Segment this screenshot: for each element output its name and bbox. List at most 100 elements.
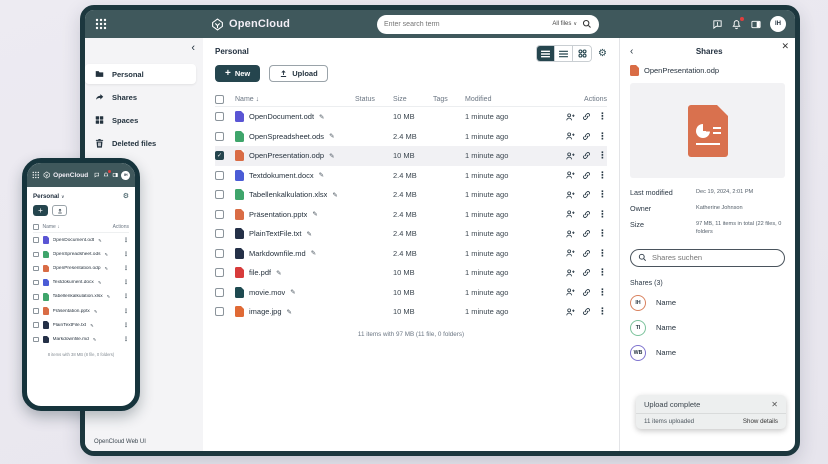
more-actions-icon[interactable]: ⋮	[598, 229, 607, 238]
row-checkbox[interactable]	[215, 112, 224, 121]
table-row[interactable]: Tabellenkalkulation.xlsx ✎ 2.4 MB 1 minu…	[215, 185, 607, 205]
rename-pencil-icon[interactable]: ✎	[105, 252, 109, 257]
view-options-gear-icon[interactable]: ⚙	[598, 49, 607, 59]
row-checkbox[interactable]	[33, 308, 39, 314]
rename-pencil-icon[interactable]: ✎	[311, 249, 316, 257]
select-all-checkbox[interactable]	[215, 95, 224, 104]
rename-pencil-icon[interactable]: ✎	[332, 191, 337, 199]
upload-button[interactable]: Upload	[269, 65, 327, 82]
table-row[interactable]: Präsentation.pptx ✎ ⋮	[33, 304, 129, 318]
more-actions-icon[interactable]: ⋮	[598, 190, 607, 199]
row-checkbox[interactable]: ✓	[215, 151, 224, 160]
row-checkbox[interactable]	[215, 171, 224, 180]
notifications-button[interactable]	[103, 172, 109, 178]
file-name[interactable]: image.jpg	[249, 307, 282, 316]
table-row[interactable]: ✓ OpenPresentation.odp ✎ 10 MB 1 minute …	[215, 146, 607, 166]
file-name[interactable]: OpenPresentation.odp	[249, 151, 324, 160]
sidebar-item-personal[interactable]: Personal	[85, 64, 196, 84]
share-row[interactable]: WB Name	[630, 345, 785, 361]
select-all-checkbox[interactable]	[33, 224, 39, 230]
new-button[interactable]: +	[33, 205, 48, 216]
table-row[interactable]: OpenDocument.odt ✎ ⋮	[33, 233, 129, 247]
more-actions-icon[interactable]: ⋮	[123, 293, 129, 300]
copy-link-icon[interactable]	[582, 112, 591, 121]
file-name[interactable]: file.pdf	[249, 268, 271, 277]
user-avatar[interactable]: IH	[770, 16, 786, 32]
copy-link-icon[interactable]	[582, 171, 591, 180]
shares-search[interactable]	[630, 249, 785, 267]
feedback-icon[interactable]	[94, 172, 100, 178]
user-avatar[interactable]: IH	[121, 171, 130, 180]
more-actions-icon[interactable]: ⋮	[598, 288, 607, 297]
rename-pencil-icon[interactable]: ✎	[276, 269, 281, 277]
table-row[interactable]: OpenDocument.odt ✎ 10 MB 1 minute ago ⋮	[215, 107, 607, 127]
copy-link-icon[interactable]	[582, 229, 591, 238]
sidebar-item-deleted-files[interactable]: Deleted files	[85, 133, 203, 153]
file-name[interactable]: Tabellenkalkulation.xlsx	[249, 190, 327, 199]
view-list-button[interactable]	[555, 46, 573, 61]
row-checkbox[interactable]	[33, 266, 39, 272]
column-name[interactable]: Name ↓	[43, 224, 60, 230]
app-grid-icon[interactable]	[95, 18, 107, 30]
row-checkbox[interactable]	[215, 132, 224, 141]
close-icon[interactable]: ✕	[771, 400, 778, 409]
search-input[interactable]	[384, 21, 552, 28]
rename-pencil-icon[interactable]: ✎	[93, 337, 97, 342]
more-actions-icon[interactable]: ⋮	[598, 268, 607, 277]
row-checkbox[interactable]	[215, 229, 224, 238]
breadcrumb[interactable]: Personal	[33, 193, 59, 200]
app-grid-icon[interactable]	[32, 171, 40, 179]
more-actions-icon[interactable]: ⋮	[598, 210, 607, 219]
search-icon[interactable]	[582, 19, 592, 29]
share-person-icon[interactable]	[565, 151, 575, 161]
file-name[interactable]: Markdownfile.md	[53, 337, 89, 342]
table-row[interactable]: OpenSpreadsheet.ods ✎ ⋮	[33, 247, 129, 261]
row-checkbox[interactable]	[33, 252, 39, 258]
sidebar-collapse-icon[interactable]: ‹	[191, 42, 195, 54]
column-name[interactable]: Name ↓	[235, 96, 355, 103]
sidebar-item-spaces[interactable]: Spaces	[85, 110, 203, 130]
opencloud-logo[interactable]: OpenCloud	[211, 18, 290, 31]
feedback-icon[interactable]	[712, 19, 723, 30]
panel-toggle-icon[interactable]	[112, 172, 119, 178]
rename-pencil-icon[interactable]: ✎	[98, 280, 102, 285]
rename-pencil-icon[interactable]: ✎	[107, 294, 111, 299]
file-name[interactable]: Textdokument.docx	[53, 280, 94, 285]
row-checkbox[interactable]	[215, 288, 224, 297]
more-actions-icon[interactable]: ⋮	[598, 112, 607, 121]
close-icon[interactable]: ✕	[781, 41, 789, 52]
more-actions-icon[interactable]: ⋮	[123, 279, 129, 286]
rename-pencil-icon[interactable]: ✎	[90, 323, 94, 328]
share-person-icon[interactable]	[565, 307, 575, 317]
copy-link-icon[interactable]	[582, 190, 591, 199]
file-name[interactable]: OpenPresentation.odp	[53, 266, 101, 271]
row-checkbox[interactable]	[33, 322, 39, 328]
more-actions-icon[interactable]: ⋮	[598, 171, 607, 180]
more-actions-icon[interactable]: ⋮	[598, 132, 607, 141]
more-actions-icon[interactable]: ⋮	[123, 237, 129, 244]
rename-pencil-icon[interactable]: ✎	[287, 308, 292, 316]
table-row[interactable]: PlainTextFile.txt ✎ ⋮	[33, 318, 129, 332]
copy-link-icon[interactable]	[582, 151, 591, 160]
row-checkbox[interactable]	[33, 294, 39, 300]
table-row[interactable]: OpenSpreadsheet.ods ✎ 2.4 MB 1 minute ag…	[215, 127, 607, 147]
table-row[interactable]: PlainTextFile.txt ✎ 2.4 MB 1 minute ago …	[215, 224, 607, 244]
shares-search-input[interactable]	[652, 253, 777, 262]
rename-pencil-icon[interactable]: ✎	[329, 152, 334, 160]
row-checkbox[interactable]	[215, 210, 224, 219]
file-name[interactable]: PlainTextFile.txt	[249, 229, 302, 238]
more-actions-icon[interactable]: ⋮	[123, 251, 129, 258]
copy-link-icon[interactable]	[582, 288, 591, 297]
more-actions-icon[interactable]: ⋮	[598, 249, 607, 258]
new-button[interactable]: + New	[215, 65, 260, 82]
more-actions-icon[interactable]: ⋮	[123, 336, 129, 343]
table-row[interactable]: Textdokument.docx ✎ 2.4 MB 1 minute ago …	[215, 166, 607, 186]
copy-link-icon[interactable]	[582, 307, 591, 316]
search-bar[interactable]: All files∨	[377, 15, 599, 34]
column-status[interactable]: Status	[355, 96, 393, 103]
column-tags[interactable]: Tags	[433, 96, 465, 103]
more-actions-icon[interactable]: ⋮	[123, 265, 129, 272]
table-row[interactable]: Markdownfile.md ✎ ⋮	[33, 332, 129, 346]
copy-link-icon[interactable]	[582, 210, 591, 219]
row-checkbox[interactable]	[215, 190, 224, 199]
